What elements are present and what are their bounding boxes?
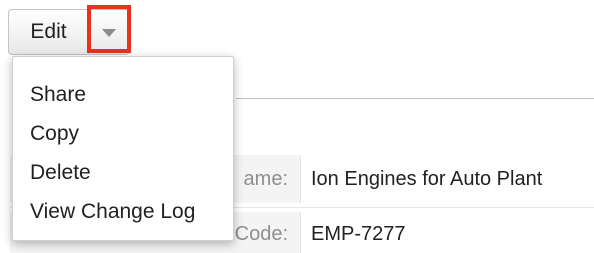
header-divider [236, 98, 594, 99]
menu-item-view-change-log[interactable]: View Change Log [13, 192, 233, 231]
actions-dropdown-toggle[interactable] [88, 9, 130, 55]
field-value-code[interactable]: EMP-7277 [301, 223, 406, 246]
record-view: ame: Ion Engines for Auto Plant Code: EM… [0, 0, 594, 253]
actions-dropdown-menu: Share Copy Delete View Change Log [12, 56, 234, 241]
menu-item-delete[interactable]: Delete [13, 153, 233, 192]
edit-button[interactable]: Edit [8, 9, 88, 55]
field-value-name[interactable]: Ion Engines for Auto Plant [301, 168, 542, 191]
edit-button-group: Edit [8, 9, 130, 55]
menu-item-share[interactable]: Share [13, 75, 233, 114]
caret-down-icon [102, 29, 116, 37]
menu-item-copy[interactable]: Copy [13, 114, 233, 153]
